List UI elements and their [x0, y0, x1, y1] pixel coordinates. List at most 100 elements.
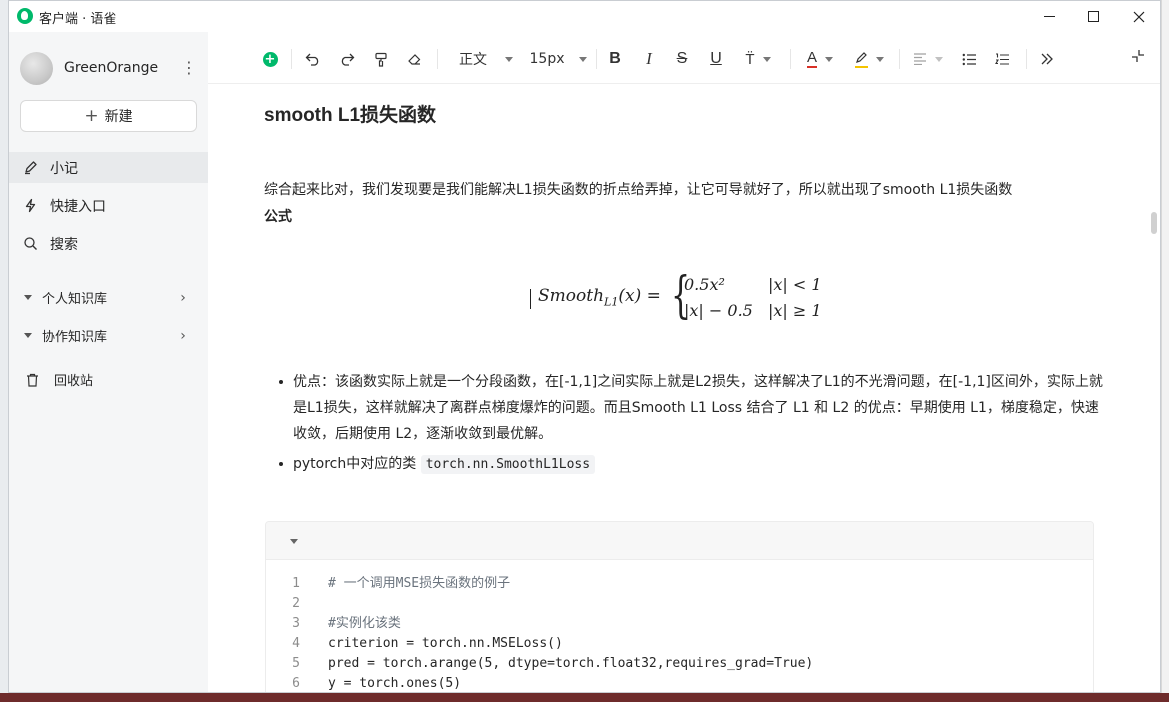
formula-row2-expr: |x| − 0.5: [684, 301, 753, 320]
highlight-button[interactable]: [849, 47, 889, 71]
line-number: 3: [292, 616, 300, 631]
more-vertical-icon[interactable]: ⋮: [181, 56, 197, 80]
list-item-text: pytorch中对应的类: [293, 456, 421, 472]
list-item: 优点：该函数实际上就是一个分段函数，在[-1,1]之间实际上就是L2损失，这样解…: [279, 369, 1109, 447]
code-text: y = torch.ones(5): [328, 676, 462, 691]
underline-icon: U: [710, 50, 722, 67]
sidebar-item-label: 快捷入口: [50, 198, 106, 215]
editor-main: + 正文 15px B I S U T̈ A smooth L1损失函数 综合起…: [208, 32, 1160, 692]
formula-label: 公式: [264, 209, 292, 225]
bold-button[interactable]: B: [604, 47, 626, 71]
strikethrough-icon: S: [676, 50, 688, 67]
sidebar-group-label: 协作知识库: [42, 330, 108, 345]
font-size-value: 15px: [529, 51, 565, 67]
lightning-icon: [22, 198, 38, 214]
chevron-down-icon: [762, 56, 771, 62]
toolbar-divider: [1026, 49, 1027, 69]
username[interactable]: GreenOrange: [64, 60, 158, 76]
sidebar-item-notes[interactable]: 小记: [9, 152, 208, 183]
toolbar-divider: [291, 49, 292, 69]
scrollbar-thumb[interactable]: [1151, 212, 1157, 234]
code-text: #实例化该类: [328, 616, 401, 631]
inline-code: torch.nn.SmoothL1Loss: [420, 455, 596, 474]
format-painter-button[interactable]: [370, 47, 392, 71]
code-text: # 一个调用MSE损失函数的例子: [328, 576, 511, 591]
close-button[interactable]: [1116, 1, 1160, 32]
code-text: pred = torch.arange(5, dtype=torch.float…: [328, 656, 814, 671]
toolbar-divider: [790, 49, 791, 69]
new-button[interactable]: + 新建: [20, 100, 197, 132]
sidebar-group-collab[interactable]: 协作知识库 ›: [9, 320, 208, 351]
eraser-icon: [407, 54, 420, 65]
chevron-down-icon: [825, 56, 833, 62]
taskbar-strip: [0, 693, 1169, 702]
app-window: 客户端 · 语雀 GreenOrange ⋮ + 新建 小记 快捷入口 搜索 个…: [8, 0, 1161, 693]
align-button[interactable]: [910, 47, 946, 71]
formula-row2-cond: |x| ≥ 1: [768, 301, 822, 320]
minimize-button[interactable]: [1026, 1, 1072, 32]
insert-button[interactable]: +: [261, 47, 279, 71]
yuque-logo-icon: [17, 8, 33, 24]
formula-lhs-arg: (x) =: [618, 286, 661, 306]
chevron-down-icon[interactable]: [290, 539, 298, 544]
sidebar-item-shortcuts[interactable]: 快捷入口: [9, 190, 208, 221]
bold-icon: B: [609, 50, 621, 67]
font-size-select[interactable]: 15px: [528, 47, 588, 71]
undo-button[interactable]: [302, 47, 324, 71]
trash-icon: [24, 372, 40, 388]
font-color-icon: A: [806, 49, 817, 68]
caret-down-icon: [24, 333, 32, 338]
underline-button[interactable]: U: [705, 47, 727, 71]
desktop-background-right: [1161, 0, 1169, 702]
toolbar-divider: [437, 49, 438, 69]
formula-row1-cond: |x| < 1: [768, 275, 822, 294]
sidebar-item-search[interactable]: 搜索: [9, 228, 208, 259]
collapse-icon[interactable]: [1128, 49, 1148, 69]
formula-row-2: |x| − 0.5: [684, 301, 753, 320]
sidebar: GreenOrange ⋮ + 新建 小记 快捷入口 搜索 个人知识库 › 协作…: [9, 32, 208, 692]
ordered-list-icon: [994, 52, 1009, 65]
more-text-format-button[interactable]: T̈: [738, 47, 778, 71]
clear-format-button[interactable]: [403, 47, 425, 71]
font-color-button[interactable]: A: [800, 47, 840, 71]
sidebar-item-trash[interactable]: 回收站: [9, 364, 208, 395]
formula-lhs-name: Smooth: [538, 286, 605, 306]
highlighter-icon: [854, 51, 868, 68]
code-line: 6 y = torch.ones(5): [266, 674, 1093, 692]
formula-row-2-cond: |x| ≥ 1: [768, 301, 822, 320]
avatar[interactable]: [20, 52, 53, 85]
redo-button[interactable]: [336, 47, 358, 71]
close-icon: [1133, 11, 1145, 22]
sidebar-item-label: 回收站: [54, 374, 94, 389]
list-item: pytorch中对应的类 torch.nn.SmoothL1Loss: [279, 451, 1109, 478]
code-block[interactable]: 1 # 一个调用MSE损失函数的例子 2 3 #实例化该类 4 criterion =…: [265, 521, 1094, 692]
code-body: 1 # 一个调用MSE损失函数的例子 2 3 #实例化该类 4 criterion =…: [266, 560, 1093, 692]
undo-icon: [305, 53, 319, 66]
code-line: 2: [266, 594, 1093, 614]
maximize-button[interactable]: [1070, 1, 1116, 32]
italic-button[interactable]: I: [638, 47, 660, 71]
line-number: 4: [292, 636, 300, 651]
formula-row-1-cond: |x| < 1: [768, 275, 822, 294]
more-tools-button[interactable]: [1036, 47, 1058, 71]
italic-icon: I: [646, 49, 652, 68]
paragraph-style-value: 正文: [459, 52, 487, 68]
bullet-list-button[interactable]: [958, 47, 980, 71]
sidebar-group-label: 个人知识库: [42, 292, 108, 307]
search-icon: [22, 236, 38, 252]
sidebar-item-label: 小记: [50, 160, 78, 177]
ordered-list-button[interactable]: [991, 47, 1013, 71]
formula-row1-expr: 0.5x²: [684, 275, 725, 294]
text-cursor: [530, 289, 531, 309]
sidebar-group-personal[interactable]: 个人知识库 ›: [9, 282, 208, 313]
code-text: criterion = torch.nn.MSELoss(): [328, 636, 563, 651]
plus-icon: +: [84, 105, 99, 126]
bullet-list-icon: [962, 53, 976, 65]
toolbar-divider: [596, 49, 597, 69]
title-bar: 客户端 · 语雀: [9, 1, 1160, 32]
maximize-icon: [1087, 11, 1099, 22]
paragraph-style-select[interactable]: 正文: [454, 47, 518, 71]
chevron-right-icon[interactable]: ›: [176, 290, 190, 306]
chevron-right-icon[interactable]: ›: [176, 328, 190, 344]
strikethrough-button[interactable]: S: [671, 47, 693, 71]
